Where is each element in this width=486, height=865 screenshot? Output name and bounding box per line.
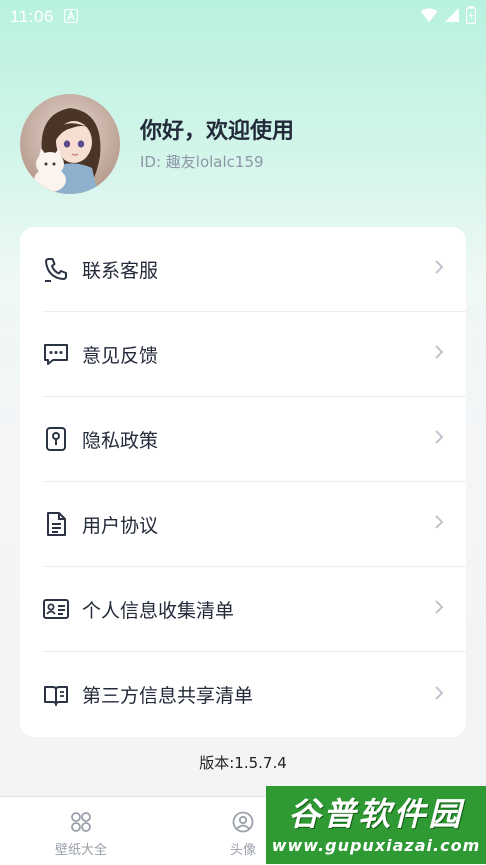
menu-item-contact-service[interactable]: 联系客服 <box>42 227 466 312</box>
signal-icon <box>444 7 460 27</box>
menu-label: 联系客服 <box>82 259 159 282</box>
grid-icon <box>70 811 92 837</box>
status-bar: 11:06 <box>0 0 486 34</box>
chevron-right-icon <box>434 599 444 619</box>
menu-item-privacy-policy[interactable]: 隐私政策 <box>42 397 466 482</box>
battery-icon <box>466 6 477 28</box>
user-circle-icon <box>232 811 254 837</box>
greeting-title: 你好，欢迎使用 <box>140 118 295 144</box>
menu-label: 个人信息收集清单 <box>82 599 235 622</box>
nav-label: 头像 <box>229 843 256 858</box>
open-book-icon <box>42 681 70 709</box>
document-icon <box>42 510 70 538</box>
menu-label: 隐私政策 <box>82 429 159 452</box>
id-card-icon <box>42 595 70 623</box>
status-left: 11:06 <box>10 7 78 27</box>
privacy-lock-icon <box>42 425 70 453</box>
chat-bubble-icon <box>42 340 70 368</box>
chevron-right-icon <box>434 514 444 534</box>
menu-label: 用户协议 <box>82 514 159 537</box>
menu-item-personal-info-list[interactable]: 个人信息收集清单 <box>42 567 466 652</box>
profile-text: 你好，欢迎使用 ID: 趣友lolalc159 <box>140 117 294 172</box>
watermark-logo: 谷普软件园 www.gupuxiazai.com <box>266 786 486 864</box>
chevron-right-icon <box>434 685 444 705</box>
wifi-icon <box>420 7 438 27</box>
user-id: ID: 趣友lolalc159 <box>140 152 264 171</box>
menu-item-feedback[interactable]: 意见反馈 <box>42 312 466 397</box>
watermark-url: www.gupuxiazai.com <box>271 835 481 855</box>
menu-label: 意见反馈 <box>82 344 159 367</box>
app-version: 版本:1.5.7.4 <box>199 754 287 772</box>
chevron-right-icon <box>434 429 444 449</box>
nav-item-wallpapers[interactable]: 壁纸大全 <box>0 797 162 865</box>
profile-header: 你好，欢迎使用 ID: 趣友lolalc159 <box>20 94 294 194</box>
watermark-title: 谷普软件园 <box>288 794 464 833</box>
nav-label: 壁纸大全 <box>54 843 107 858</box>
notification-a-icon <box>63 8 78 27</box>
avatar[interactable] <box>20 94 120 194</box>
menu-card: 联系客服 意见反馈 隐私政策 用户协议 个人信息收集清单 第三方信息共享清单 <box>20 227 466 737</box>
status-right <box>420 6 477 28</box>
menu-item-third-party-sharing-list[interactable]: 第三方信息共享清单 <box>42 652 466 737</box>
chevron-right-icon <box>434 259 444 279</box>
menu-label: 第三方信息共享清单 <box>82 685 254 707</box>
phone-icon <box>42 255 70 283</box>
menu-item-user-agreement[interactable]: 用户协议 <box>42 482 466 567</box>
status-time: 11:06 <box>10 7 54 26</box>
chevron-right-icon <box>434 344 444 364</box>
